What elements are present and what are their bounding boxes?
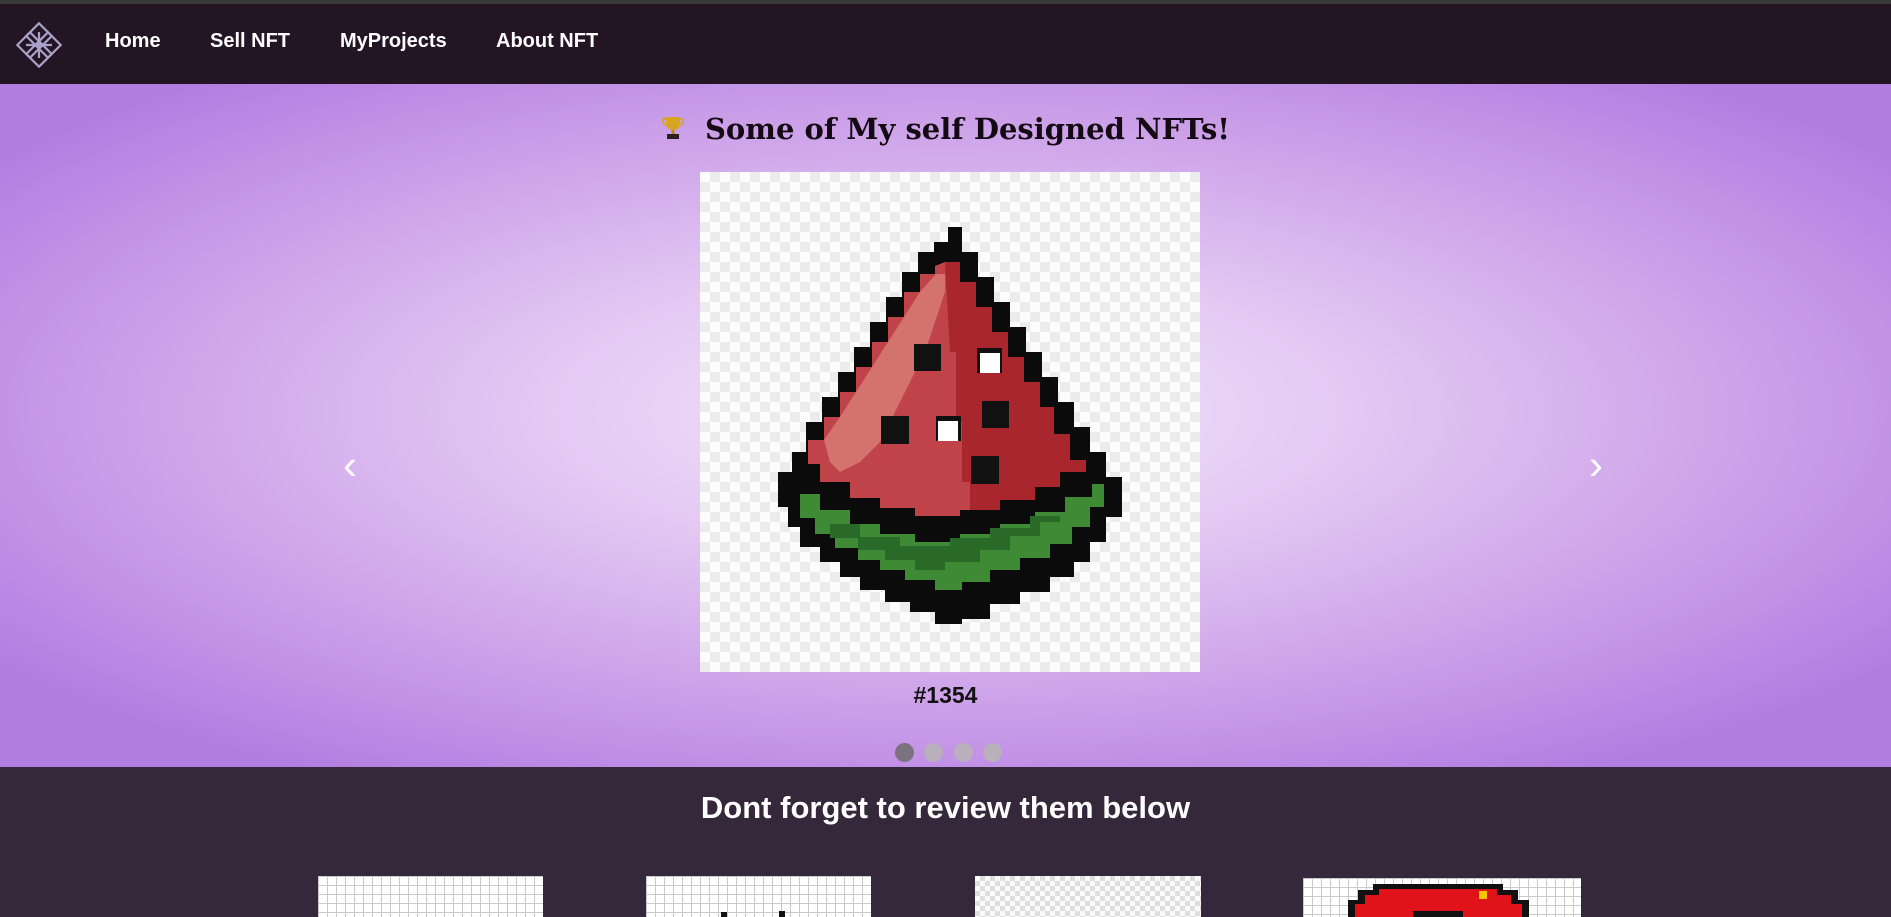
carousel-dot-3[interactable] xyxy=(954,743,973,762)
nav-link-myprojects[interactable]: MyProjects xyxy=(340,30,447,53)
carousel-title-text: Some of My self Designed NFTs! xyxy=(704,112,1231,146)
carousel-title: Some of My self Designed NFTs! xyxy=(0,112,1891,146)
review-thumbnail-4[interactable] xyxy=(1303,878,1581,917)
review-thumbnail-1[interactable] xyxy=(318,876,543,917)
slide-caption: #1354 xyxy=(913,682,978,708)
watermelon-slice-image xyxy=(778,227,1122,624)
carousel-indicators xyxy=(0,743,1891,763)
trophy-icon xyxy=(661,114,685,140)
review-thumbnail-2[interactable] xyxy=(646,876,871,917)
nav-link-about-nft[interactable]: About NFT xyxy=(496,30,598,53)
nav-link-home[interactable]: Home xyxy=(105,30,161,53)
carousel-dot-1[interactable] xyxy=(895,743,914,762)
nav-link-sell-nft[interactable]: Sell NFT xyxy=(210,30,290,53)
carousel-prev-arrow[interactable]: ‹ xyxy=(343,444,357,486)
carousel-dot-2[interactable] xyxy=(924,743,943,762)
carousel-dot-4[interactable] xyxy=(983,743,1002,762)
review-heading: Dont forget to review them below xyxy=(700,790,1191,825)
review-thumbnail-3[interactable] xyxy=(975,876,1201,917)
nft-carousel: Some of My self Designed NFTs! #1354 ‹ › xyxy=(0,84,1891,767)
carousel-next-arrow[interactable]: › xyxy=(1589,444,1603,486)
slide-image xyxy=(700,172,1200,672)
knot-logo-icon[interactable] xyxy=(15,21,63,69)
navbar: Home Sell NFT MyProjects About NFT xyxy=(0,4,1891,84)
